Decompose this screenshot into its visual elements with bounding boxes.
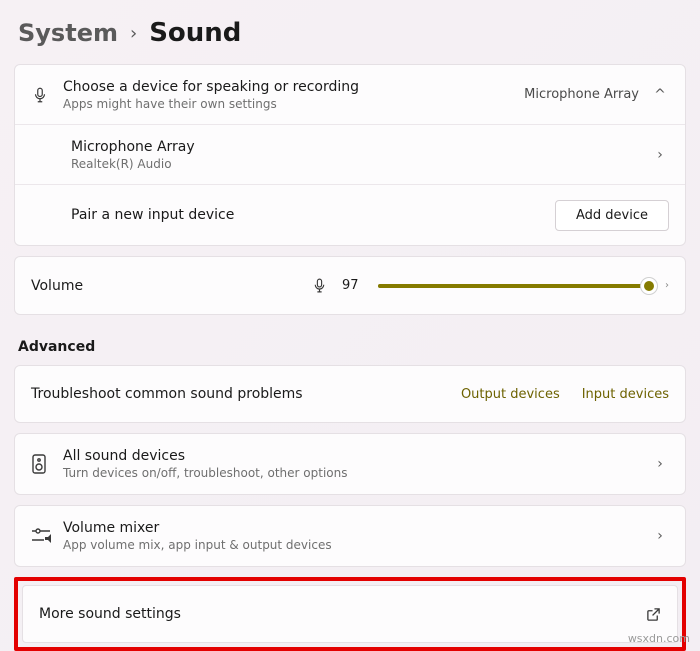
volume-group: Volume 97 › — [14, 256, 686, 315]
chevron-right-icon: › — [651, 456, 669, 472]
chevron-right-icon: › — [651, 528, 669, 544]
slider-thumb[interactable] — [640, 277, 658, 295]
watermark: wsxdn.com — [628, 632, 690, 645]
input-device-group: Choose a device for speaking or recordin… — [14, 64, 686, 246]
troubleshoot-output-link[interactable]: Output devices — [461, 387, 560, 402]
external-link-icon — [646, 607, 661, 622]
choose-input-sub: Apps might have their own settings — [63, 97, 524, 111]
troubleshoot-row: Troubleshoot common sound problems Outpu… — [15, 366, 685, 422]
volume-mixer-row[interactable]: Volume mixer App volume mix, app input &… — [14, 505, 686, 567]
chevron-right-icon: › — [130, 23, 137, 44]
all-sound-devices-row[interactable]: All sound devices Turn devices on/off, t… — [14, 433, 686, 495]
advanced-section-label: Advanced — [18, 339, 686, 355]
volume-label: Volume — [31, 278, 311, 294]
all-devices-sub: Turn devices on/off, troubleshoot, other… — [63, 466, 651, 480]
chevron-right-icon: › — [651, 147, 669, 163]
troubleshoot-label: Troubleshoot common sound problems — [31, 386, 461, 402]
choose-input-device-row[interactable]: Choose a device for speaking or recordin… — [15, 65, 685, 125]
volume-value: 97 — [342, 278, 370, 293]
input-device-item[interactable]: Microphone Array Realtek(R) Audio › — [15, 125, 685, 185]
volume-slider[interactable] — [378, 284, 657, 288]
device-title: Microphone Array — [71, 139, 651, 155]
mixer-title: Volume mixer — [63, 520, 651, 536]
page-title: Sound — [149, 18, 241, 48]
mixer-icon — [31, 527, 63, 545]
breadcrumb-parent[interactable]: System — [18, 19, 118, 47]
microphone-icon — [31, 86, 63, 104]
troubleshoot-group: Troubleshoot common sound problems Outpu… — [14, 365, 686, 423]
microphone-icon[interactable] — [311, 277, 328, 294]
input-volume-row: Volume 97 › — [15, 257, 685, 314]
selected-input-name: Microphone Array — [524, 87, 639, 102]
more-sound-settings-row[interactable]: More sound settings — [22, 585, 678, 643]
mixer-sub: App volume mix, app input & output devic… — [63, 538, 651, 552]
more-settings-title: More sound settings — [39, 606, 646, 622]
highlight-box: More sound settings — [14, 577, 686, 651]
speaker-device-icon — [31, 454, 63, 474]
choose-input-title: Choose a device for speaking or recordin… — [63, 79, 524, 95]
device-sub: Realtek(R) Audio — [71, 157, 651, 171]
add-device-button[interactable]: Add device — [555, 200, 669, 231]
all-devices-title: All sound devices — [63, 448, 651, 464]
breadcrumb: System › Sound — [14, 18, 686, 48]
chevron-up-icon: ^ — [651, 87, 669, 103]
pair-input-device-row: Pair a new input device Add device — [15, 185, 685, 245]
slider-max-tick: › — [665, 280, 669, 291]
troubleshoot-input-link[interactable]: Input devices — [582, 387, 669, 402]
pair-title: Pair a new input device — [71, 207, 555, 223]
